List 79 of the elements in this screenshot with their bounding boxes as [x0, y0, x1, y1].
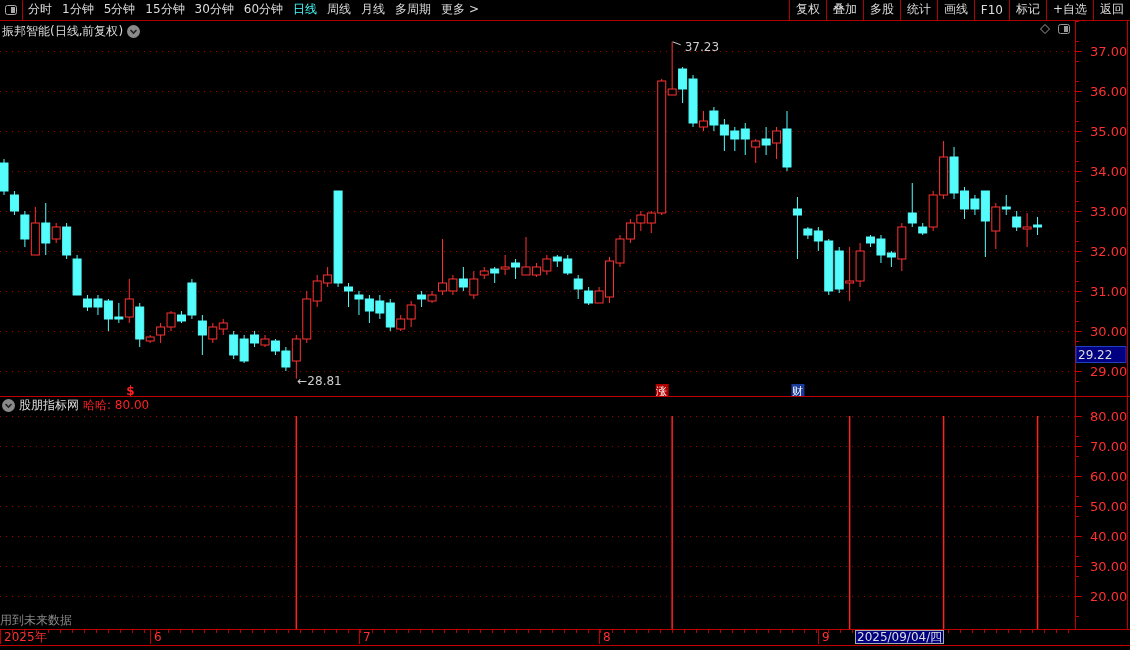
high-price-label: 37.23 [684, 39, 719, 54]
date-label: 8 [599, 630, 611, 645]
period-tab[interactable]: 1分钟 [57, 0, 99, 20]
axis-label: 70.00 [1090, 439, 1128, 455]
axis-label: 40.00 [1090, 529, 1128, 545]
axis-label: 80.00 [1090, 409, 1128, 425]
axis-label: 60.00 [1090, 469, 1128, 485]
period-tab[interactable]: 分时 [23, 0, 57, 20]
date-label: 6 [150, 630, 162, 645]
indicator-reading: 哈哈: 80.00 [83, 397, 150, 415]
candlestick [845, 246, 855, 302]
toolbar-button[interactable]: 标记 [1008, 0, 1046, 20]
axis-label: 35.00 [1090, 123, 1128, 139]
candlestick [740, 122, 750, 156]
candlestick [719, 118, 729, 152]
candlestick [584, 286, 594, 306]
candlestick [615, 234, 625, 268]
cursor-price-tag: 29.22 [1075, 345, 1127, 363]
candlestick [30, 206, 40, 256]
panel-toggle-icon[interactable] [1058, 23, 1070, 34]
candlestick [260, 334, 270, 348]
candlestick [500, 254, 510, 276]
chart-title: 振邦智能(日线,前复权) [2, 22, 124, 40]
candlestick [636, 210, 646, 232]
axis-label: 34.00 [1090, 163, 1128, 179]
axis-label: 33.00 [1090, 203, 1128, 219]
toolbar-button[interactable]: +自选 [1045, 0, 1093, 20]
period-tab[interactable]: 30分钟 [189, 0, 239, 20]
candlestick [458, 266, 468, 292]
candlestick [939, 140, 949, 200]
panel-toggle-icon[interactable] [5, 5, 17, 15]
candlestick [761, 126, 771, 156]
date-label: 9 [818, 630, 830, 645]
period-tab[interactable]: 周线 [322, 0, 357, 20]
candlestick [354, 290, 364, 316]
toolbar-button[interactable]: 叠加 [825, 0, 863, 20]
toolbar-button[interactable]: 统计 [899, 0, 937, 20]
cursor-date-label: 2025/09/04/四 [855, 630, 945, 645]
candlestick [834, 246, 844, 294]
candlestick [625, 218, 635, 244]
axis-label: 37.00 [1090, 43, 1128, 59]
axis-label: 31.00 [1090, 283, 1128, 299]
indicator-name: 股朋指标网 [19, 397, 79, 415]
axis-label: 29.00 [1090, 363, 1128, 379]
period-tab[interactable]: 月线 [356, 0, 391, 20]
low-price-label: ←28.81 [297, 373, 342, 388]
toolbar-button[interactable]: 多股 [862, 0, 900, 20]
leader-line [672, 41, 682, 46]
candlestick [751, 138, 761, 164]
period-tab[interactable]: 5分钟 [98, 0, 141, 20]
axis-label: 50.00 [1090, 499, 1128, 515]
axis-label: 30.00 [1090, 559, 1128, 575]
period-tab[interactable]: 多周期 [390, 0, 437, 20]
candlestick [573, 274, 583, 300]
candlestick [490, 266, 500, 284]
candlestick [364, 294, 374, 324]
date-label: 2025年 [0, 630, 47, 645]
axis-label: 32.00 [1090, 243, 1128, 259]
period-tab[interactable]: 日线 [288, 0, 323, 20]
event-tag[interactable]: 财 [791, 383, 805, 397]
chevron-down-icon[interactable] [127, 24, 141, 38]
toolbar-button[interactable]: 画线 [936, 0, 974, 20]
axis-label: 20.00 [1090, 589, 1128, 605]
toolbar-button[interactable]: 返回 [1093, 0, 1130, 20]
toolbar-button[interactable]: F10 [973, 0, 1009, 20]
candlestick [709, 106, 719, 132]
axis-label: 36.00 [1090, 83, 1128, 99]
future-data-note: 用到未来数据 [0, 612, 72, 630]
period-tab[interactable]: 更多 > [436, 0, 484, 20]
candlestick [730, 126, 740, 152]
period-tab[interactable]: 60分钟 [238, 0, 289, 20]
date-label: 7 [359, 630, 371, 645]
candlestick [375, 294, 385, 320]
axis-label: 30.00 [1090, 323, 1128, 339]
event-mark[interactable]: $ [126, 383, 135, 397]
period-tab[interactable]: 15分钟 [140, 0, 190, 20]
event-tag[interactable]: 涨 [655, 383, 669, 397]
chevron-down-icon[interactable] [2, 399, 15, 413]
toolbar-button[interactable]: 复权 [788, 0, 826, 20]
